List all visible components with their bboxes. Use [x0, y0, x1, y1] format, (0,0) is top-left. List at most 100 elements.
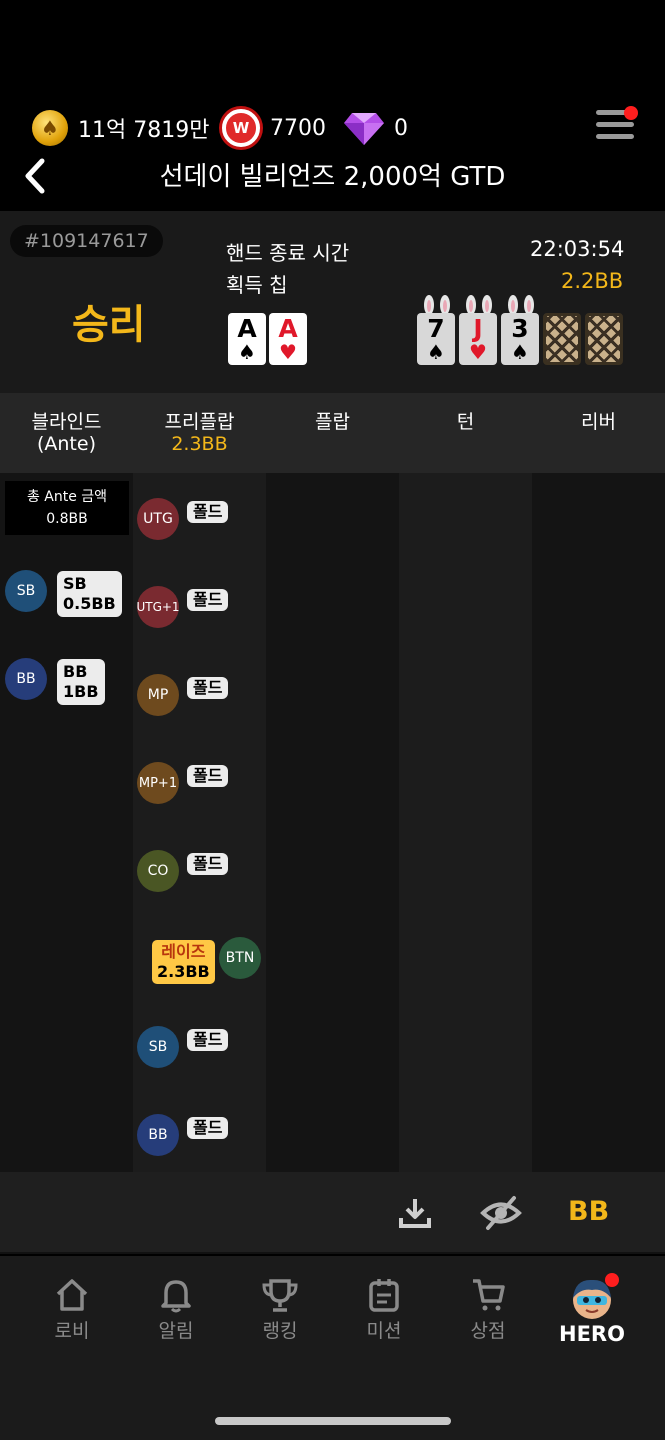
home-indicator	[215, 1417, 451, 1425]
gold-balance-value: 11억 7819만	[78, 118, 210, 143]
cart-icon	[473, 1279, 505, 1311]
position-badge-bb: BB	[5, 658, 47, 700]
nav-notifications[interactable]: 알림	[124, 1276, 228, 1343]
total-ante-label: 총 Ante 금액	[26, 489, 108, 505]
river-column	[532, 473, 665, 1172]
diamond-icon	[344, 113, 384, 145]
menu-notification-dot	[624, 106, 638, 120]
nav-shop[interactable]: 상점	[436, 1276, 540, 1343]
bell-icon	[161, 1280, 191, 1313]
hand-tools-bar	[0, 1172, 665, 1254]
heart-icon: ♥	[279, 340, 297, 364]
blind-bet-label: SB	[63, 574, 87, 593]
nav-notifications-label: 알림	[158, 1320, 194, 1342]
street-flop[interactable]: 플랍	[266, 411, 399, 433]
w-token-balance-value: 7700	[270, 115, 326, 141]
action-fold: 폴드	[187, 677, 229, 699]
rabbit-ears-icon	[508, 295, 534, 313]
turn-column	[399, 473, 532, 1172]
nav-ranking[interactable]: 랭킹	[228, 1276, 332, 1343]
board-card: J ♥	[459, 313, 497, 365]
menu-icon-line	[596, 122, 634, 127]
total-ante-value: 0.8BB	[46, 511, 88, 527]
card-back-river	[585, 313, 623, 365]
end-time-label: 핸드 종료 시간	[226, 241, 350, 265]
blind-bet-sb: SB 0.5BB	[57, 571, 122, 617]
board-card: 7 ♠	[417, 313, 455, 365]
position-badge-mp: MP	[137, 674, 179, 716]
raise-amount: 2.3BB	[157, 962, 210, 981]
action-fold: 폴드	[187, 1029, 229, 1051]
position-badge-sb: SB	[137, 1026, 179, 1068]
hole-card: A ♥	[269, 313, 307, 365]
hand-id-badge[interactable]: #109147617	[10, 225, 163, 257]
w-token-icon: W	[222, 109, 260, 147]
card-rank: J	[473, 314, 483, 343]
raise-label: 레이즈	[161, 942, 206, 961]
download-icon[interactable]	[398, 1196, 432, 1230]
w-token-balance: W 7700	[222, 109, 326, 147]
nav-hero[interactable]: HERO	[540, 1276, 644, 1346]
card-rank: A	[278, 314, 298, 343]
blind-bet-bb: BB 1BB	[57, 659, 105, 705]
total-ante-box: 총 Ante 금액 0.8BB	[5, 481, 129, 535]
blind-bet-label: BB	[63, 662, 88, 681]
card-rank: 7	[427, 314, 445, 343]
nav-mission[interactable]: 미션	[332, 1276, 436, 1343]
position-badge-sb: SB	[5, 570, 47, 612]
action-fold: 폴드	[187, 501, 229, 523]
blind-bet-amount: 0.5BB	[63, 594, 116, 613]
chips-won-value: 2.2BB	[561, 269, 624, 293]
street-preflop[interactable]: 프리플랍 2.3BB	[133, 411, 266, 455]
eye-off-icon[interactable]	[480, 1194, 522, 1232]
end-time-value: 22:03:54	[530, 237, 625, 261]
menu-icon-line	[596, 134, 634, 139]
position-badge-btn: BTN	[219, 937, 261, 979]
card-back-turn	[543, 313, 581, 365]
gold-balance: ♠ 11억 7819만	[32, 110, 209, 146]
spade-icon: ♠	[427, 340, 445, 364]
diamond-balance: 0	[344, 110, 408, 146]
nav-shop-label: 상점	[470, 1320, 506, 1342]
hero-notification-dot	[605, 1273, 619, 1287]
board-card: 3 ♠	[501, 313, 539, 365]
rabbit-ears-icon	[424, 295, 450, 313]
spade-icon: ♠	[238, 340, 256, 364]
page-title: 선데이 빌리언즈 2,000억 GTD	[159, 162, 506, 192]
action-raise: 레이즈 2.3BB	[152, 940, 215, 984]
street-turn[interactable]: 턴	[399, 411, 532, 433]
position-badge-bb: BB	[137, 1114, 179, 1156]
nav-hero-label: HERO	[559, 1322, 625, 1346]
action-fold: 폴드	[187, 1117, 229, 1139]
action-fold: 폴드	[187, 853, 229, 875]
street-blinds-label: 블라인드	[31, 411, 102, 433]
mission-icon	[369, 1279, 399, 1312]
card-rank: A	[237, 314, 257, 343]
rabbit-ears-icon	[466, 295, 492, 313]
nav-ranking-label: 랭킹	[262, 1320, 298, 1342]
spade-icon: ♠	[511, 340, 529, 364]
hole-card: A ♠	[228, 313, 266, 365]
nav-lobby[interactable]: 로비	[20, 1276, 124, 1343]
nav-mission-label: 미션	[366, 1320, 402, 1342]
street-blinds-sublabel: (Ante)	[36, 433, 96, 455]
blind-bet-amount: 1BB	[63, 682, 99, 701]
street-blinds[interactable]: 블라인드 (Ante)	[0, 411, 133, 455]
street-preflop-label: 프리플랍	[164, 411, 235, 433]
unit-toggle-button[interactable]: BB	[568, 1196, 609, 1227]
position-badge-utg1: UTG+1	[136, 586, 180, 628]
diamond-balance-value: 0	[394, 115, 408, 141]
chips-won-label: 획득 칩	[226, 273, 288, 297]
position-badge-mp1: MP+1	[137, 762, 179, 804]
action-fold: 폴드	[187, 589, 229, 611]
flop-column	[266, 473, 399, 1172]
trophy-icon	[262, 1279, 298, 1312]
heart-icon: ♥	[469, 340, 487, 364]
nav-lobby-label: 로비	[54, 1320, 90, 1342]
hand-result: 승리	[72, 302, 146, 348]
card-rank: 3	[511, 314, 529, 343]
gold-coin-icon: ♠	[32, 110, 68, 146]
action-fold: 폴드	[187, 765, 229, 787]
home-icon	[56, 1279, 88, 1311]
street-river[interactable]: 리버	[532, 411, 665, 433]
